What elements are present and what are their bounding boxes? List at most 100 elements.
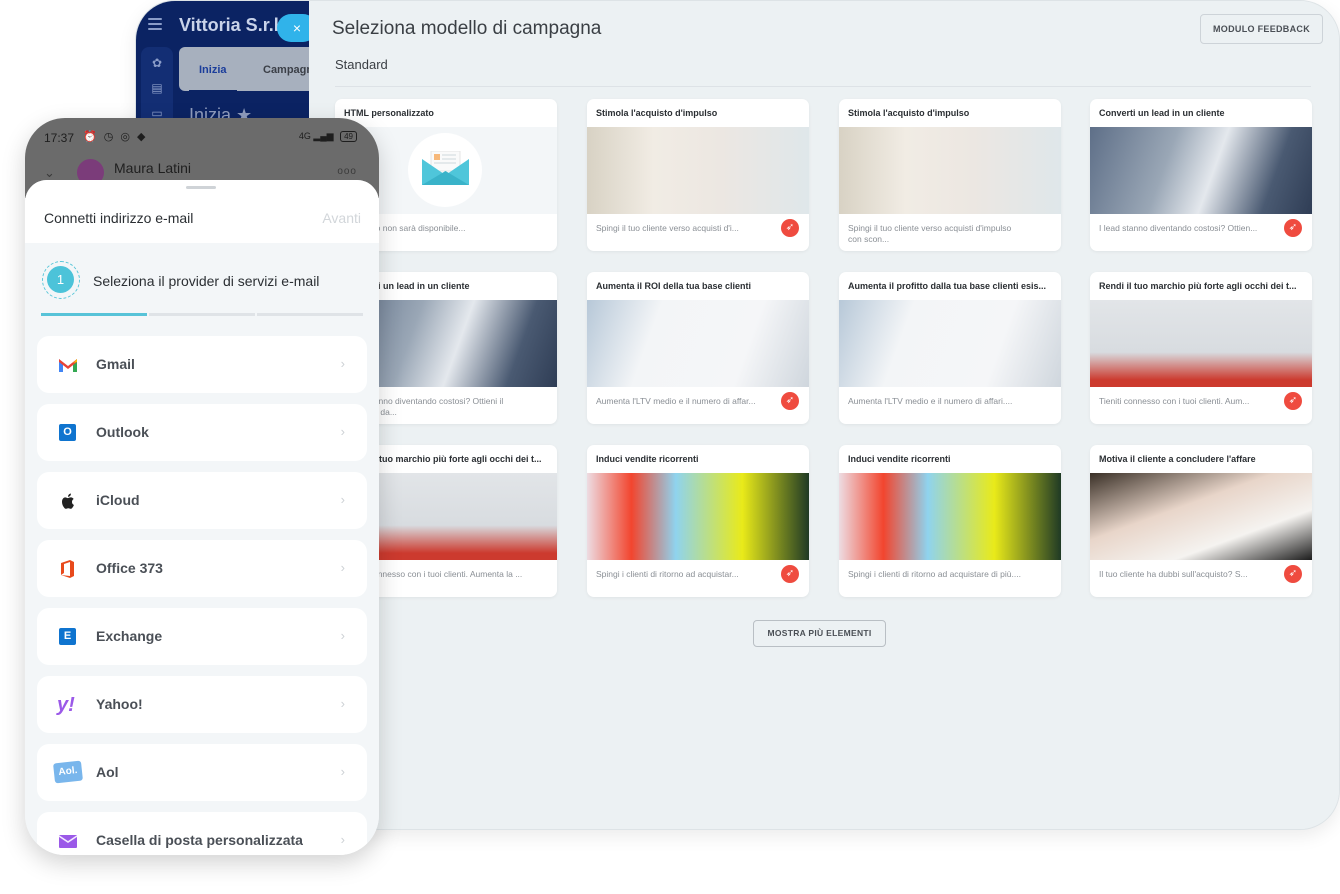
template-card[interactable]: Induci vendite ricorrenti Spingi i client… — [839, 445, 1061, 597]
chevron-right-icon: › — [340, 492, 345, 507]
chevron-right-icon: › — [340, 764, 345, 779]
card-description: Spingi i clienti di ritorno ad acquistar… — [596, 569, 739, 579]
provider-label: iCloud — [96, 492, 140, 508]
pepper-icon: ➶ — [781, 392, 799, 410]
provider-office-373[interactable]: Office 373 › — [37, 540, 367, 597]
card-description: Spingi il tuo cliente verso acquisti d'i… — [848, 223, 1012, 244]
card-description: Aumenta l'LTV medio e il numero di affar… — [596, 396, 756, 406]
chevron-down-icon[interactable]: ⌄ — [44, 165, 55, 181]
provider-label: Outlook — [96, 424, 149, 440]
card-image — [1090, 473, 1312, 560]
chevron-right-icon: › — [340, 424, 345, 439]
card-title: Converti un lead in un cliente — [1099, 108, 1225, 118]
tab-inizia[interactable]: Inizia — [189, 64, 236, 93]
card-description: Aumenta l'LTV medio e il numero di affar… — [848, 396, 1013, 406]
provider-label: Office 373 — [96, 560, 163, 576]
provider-icloud[interactable]: iCloud › — [37, 472, 367, 529]
card-title: Induci vendite ricorrenti — [596, 454, 699, 464]
card-title: HTML personalizzato — [344, 108, 434, 118]
card-image — [839, 300, 1061, 387]
card-title: Stimola l'acquisto d'impulso — [596, 108, 718, 118]
integrations-icon[interactable]: ✿ — [150, 57, 164, 69]
provider-label: Exchange — [96, 628, 163, 644]
card-image — [587, 127, 809, 214]
progress-segment-3 — [257, 313, 363, 316]
chevron-right-icon: › — [340, 832, 345, 847]
battery-icon: 49 — [340, 131, 357, 142]
card-description: Tieniti connesso con i tuoi clienti. Aum… — [1099, 396, 1250, 406]
envelope-icon — [422, 151, 469, 185]
step-number: 1 — [47, 266, 74, 293]
sheet-header: Connetti indirizzo e-mail Avanti — [25, 180, 379, 243]
card-image — [839, 127, 1061, 214]
aol-icon: Aol. — [53, 760, 83, 784]
feedback-button[interactable]: MODULO FEEDBACK — [1200, 14, 1323, 44]
progress-segment-2 — [149, 313, 255, 316]
template-card[interactable]: Stimola l'acquisto d'impulso Spingi il tu… — [839, 99, 1061, 251]
template-card[interactable]: Converti un lead in un cliente I lead sta… — [1090, 99, 1312, 251]
chevron-right-icon: › — [340, 628, 345, 643]
card-description: Spingi i clienti di ritorno ad acquistar… — [848, 569, 1021, 579]
provider-casella-di-posta-personalizzata[interactable]: Casella di posta personalizzata › — [37, 812, 367, 855]
provider-label: Casella di posta personalizzata — [96, 832, 303, 848]
provider-exchange[interactable]: E Exchange › — [37, 608, 367, 665]
template-card[interactable]: Induci vendite ricorrenti Spingi i client… — [587, 445, 809, 597]
yahoo-icon: y! — [57, 694, 75, 716]
template-card[interactable]: Stimola l'acquisto d'impulso Spingi il tu… — [587, 99, 809, 251]
status-right: 4G ▂▄▆ 49 — [299, 131, 357, 142]
bottom-sheet: Connetti indirizzo e-mail Avanti 1 Selez… — [25, 180, 379, 855]
card-title: Induci vendite ricorrenti — [848, 454, 951, 464]
chevron-right-icon: › — [340, 696, 345, 711]
show-more-button[interactable]: MOSTRA PIÙ ELEMENTI — [753, 620, 886, 647]
card-description: Spingi il tuo cliente verso acquisti d'i… — [596, 223, 739, 233]
step-indicator: 1 — [42, 261, 80, 299]
pepper-icon: ➶ — [1284, 565, 1302, 583]
chevron-right-icon: › — [340, 356, 345, 371]
template-card[interactable]: Aumenta il profitto dalla tua base clien… — [839, 272, 1061, 424]
sheet-title: Connetti indirizzo e-mail — [44, 210, 194, 226]
tabs: Inizia Campagne — [179, 47, 319, 93]
status-notification-icons: ⏰ ◷ ◎ ◆ — [83, 131, 148, 143]
apple-icon — [57, 490, 79, 512]
mail-icon — [57, 830, 79, 852]
page-title: Seleziona modello di campagna — [332, 18, 602, 39]
drag-handle[interactable] — [186, 186, 216, 189]
step-progress — [41, 313, 363, 316]
chevron-right-icon: › — [340, 560, 345, 575]
card-description: Il tuo cliente ha dubbi sull'acquisto? S… — [1099, 569, 1248, 579]
provider-aol[interactable]: Aol. Aol › — [37, 744, 367, 801]
outlook-icon: O — [57, 422, 79, 444]
card-image — [1090, 127, 1312, 214]
more-options-icon[interactable]: ooo — [337, 166, 357, 177]
card-image — [587, 300, 809, 387]
hamburger-menu-icon[interactable] — [148, 18, 162, 30]
template-card[interactable]: Motiva il cliente a concludere l'affare I… — [1090, 445, 1312, 597]
status-time: 17:37 — [44, 131, 75, 145]
provider-yahoo[interactable]: y! Yahoo! › — [37, 676, 367, 733]
template-panel: Seleziona modello di campagna MODULO FEE… — [309, 1, 1339, 829]
divider — [335, 86, 1311, 87]
card-image — [1090, 300, 1312, 387]
next-button[interactable]: Avanti — [322, 210, 361, 226]
card-title: Stimola l'acquisto d'impulso — [848, 108, 970, 118]
section-label: Standard — [335, 57, 388, 72]
provider-label: Aol — [96, 764, 119, 780]
phone-screen: 17:37 ⏰ ◷ ◎ ◆ 4G ▂▄▆ 49 ⌄ Maura Latini o… — [25, 118, 379, 855]
provider-outlook[interactable]: O Outlook › — [37, 404, 367, 461]
card-title: Rendi il tuo marchio più forte agli occh… — [1099, 281, 1297, 291]
card-description: I lead stanno diventando costosi? Ottien… — [1099, 223, 1258, 233]
card-title: Aumenta il ROI della tua base clienti — [596, 281, 752, 291]
pepper-icon: ➶ — [781, 219, 799, 237]
template-card[interactable]: Rendi il tuo marchio più forte agli occh… — [1090, 272, 1312, 424]
provider-gmail[interactable]: Gmail › — [37, 336, 367, 393]
card-title: Motiva il cliente a concludere l'affare — [1099, 454, 1256, 464]
template-card[interactable]: Aumenta il ROI della tua base clienti Aum… — [587, 272, 809, 424]
provider-label: Yahoo! — [96, 696, 143, 712]
card-image — [839, 473, 1061, 560]
pepper-icon: ➶ — [1284, 392, 1302, 410]
office-icon — [57, 558, 79, 580]
calendar-icon[interactable]: ▤ — [150, 82, 164, 94]
gmail-icon — [57, 354, 79, 376]
card-title: Aumenta il profitto dalla tua base clien… — [848, 281, 1047, 291]
company-name: Vittoria S.r.l — [179, 15, 279, 35]
